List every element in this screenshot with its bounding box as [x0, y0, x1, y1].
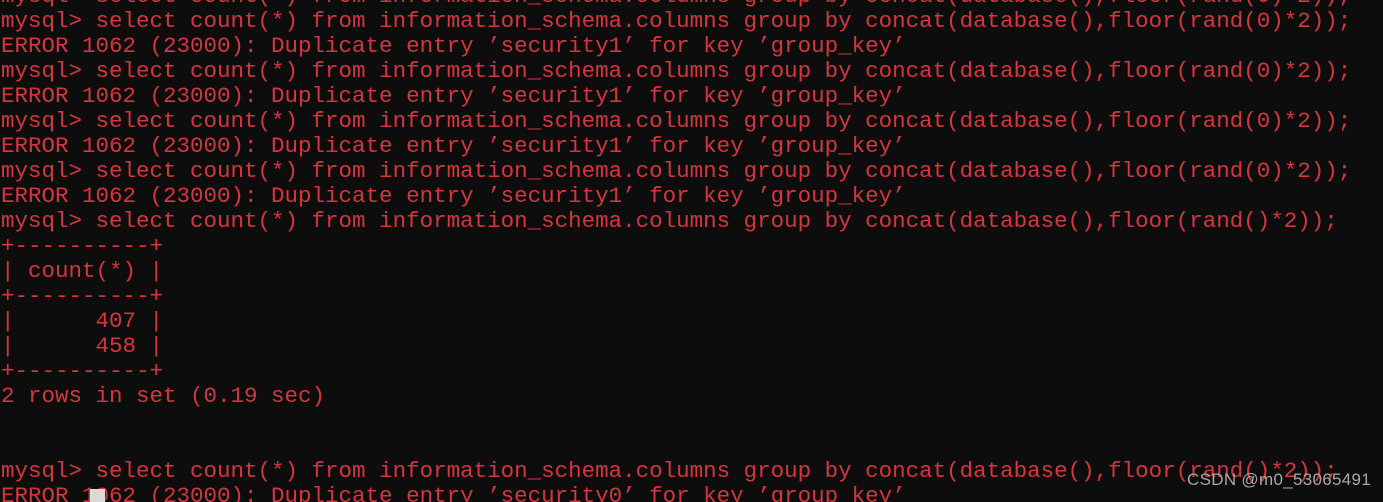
terminal-line: mysql> select count(*) from information_…	[1, 8, 1352, 34]
terminal-line: ERROR 1062 (23000): Duplicate entry ’sec…	[1, 83, 906, 109]
terminal-line: mysql> select count(*) from information_…	[1, 108, 1352, 134]
text-cursor	[90, 489, 105, 502]
terminal-line: mysql> select count(*) from information_…	[1, 158, 1352, 184]
terminal-line: mysql> select count(*) from information_…	[1, 208, 1338, 234]
terminal-line: mysql> select count(*) from information_…	[1, 458, 1338, 484]
terminal-line: | count(*) |	[1, 258, 164, 284]
watermark-label: CSDN @m0_53065491	[1187, 470, 1371, 489]
terminal-line: ERROR 1062 (23000): Duplicate entry ’sec…	[1, 183, 906, 209]
terminal-line: +----------+	[1, 283, 164, 309]
terminal-line: | 407 |	[1, 308, 164, 334]
terminal-output[interactable]: mysql> select count(*) from information_…	[0, 0, 1383, 502]
terminal-line: ERROR 1062 (23000): Duplicate entry ’sec…	[1, 33, 906, 59]
terminal-line: 2 rows in set (0.19 sec)	[1, 383, 326, 409]
terminal-line: +----------+	[1, 233, 164, 259]
terminal-line: | 458 |	[1, 333, 164, 359]
terminal-window[interactable]: mysql> select count(*) from information_…	[0, 0, 1383, 502]
terminal-line: +----------+	[1, 358, 164, 384]
terminal-line: ERROR 1062 (23000): Duplicate entry ’sec…	[1, 483, 906, 502]
terminal-line: ERROR 1062 (23000): Duplicate entry ’sec…	[1, 133, 906, 159]
terminal-line: mysql> select count(*) from information_…	[1, 58, 1352, 84]
